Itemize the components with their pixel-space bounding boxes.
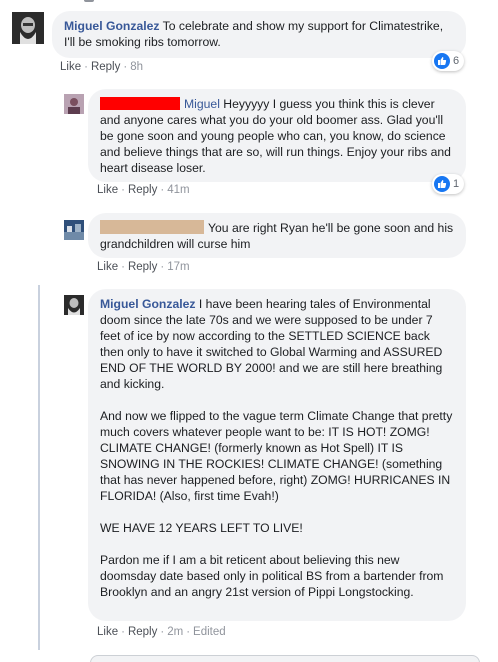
like-link[interactable]: Like [97,626,118,638]
comment-author[interactable]: Miguel [184,97,220,111]
comment-bubble: You are right Ryan he'll be gone soon an… [88,213,466,258]
reaction-count[interactable]: 1 [432,174,465,194]
like-link[interactable]: Like [97,261,118,273]
like-link[interactable]: Like [60,61,81,73]
thumbs-up-icon [434,53,450,69]
reaction-number: 6 [453,55,460,67]
avatar[interactable] [64,295,84,315]
comment-bubble: Miguel Heyyyyy I guess you think this is… [88,89,466,182]
reply-link[interactable]: Reply [128,261,157,273]
comment-actions: Like · Reply · 8h [60,61,143,73]
avatar[interactable] [64,220,84,240]
timestamp[interactable]: 8h [130,61,143,73]
redacted-name [100,220,204,234]
reply-link[interactable]: Reply [128,184,157,196]
thumbs-up-icon [434,176,450,192]
comment-paragraph: Pardon me if I am a bit reticent about b… [100,553,444,599]
thread-indicator-line [38,285,40,650]
comment-author[interactable]: Miguel Gonzalez [100,297,195,311]
comment-bubble: Miguel Gonzalez I have been hearing tale… [88,289,466,621]
comment-paragraph: I have been hearing tales of Environment… [100,297,443,391]
edited-label[interactable]: Edited [193,626,226,638]
reply-link[interactable]: Reply [128,626,157,638]
timestamp[interactable]: 41m [167,184,189,196]
comment-bubble: Miguel Gonzalez To celebrate and show my… [52,11,466,58]
avatar[interactable] [64,94,84,114]
comment-author[interactable]: Miguel Gonzalez [64,19,159,33]
comment-paragraph: WE HAVE 12 YEARS LEFT TO LIVE! [100,521,303,535]
timestamp[interactable]: 2m [167,626,183,638]
redacted-name [100,97,180,110]
reaction-number: 1 [453,178,460,190]
timestamp[interactable]: 17m [167,261,189,273]
reply-link[interactable]: Reply [91,61,120,73]
reaction-count[interactable]: 6 [432,51,465,71]
write-reply-input[interactable] [90,655,480,662]
comment-actions: Like · Reply · 2m · Edited [97,626,226,638]
avatar[interactable] [12,12,44,44]
previous-comment-edge [84,0,94,2]
comment-paragraph: And now we flipped to the vague term Cli… [100,409,453,503]
like-link[interactable]: Like [97,184,118,196]
comment-actions: Like · Reply · 17m [97,261,190,273]
comment-actions: Like · Reply · 41m [97,184,190,196]
